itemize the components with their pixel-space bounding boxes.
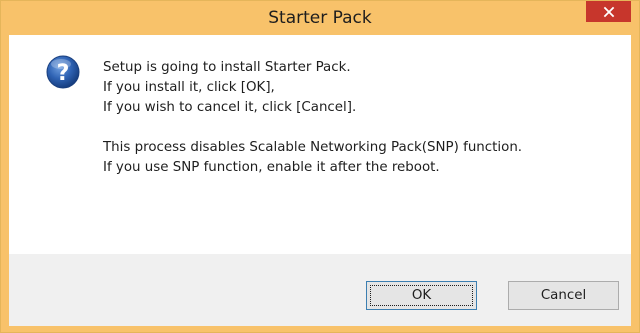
message-line-3: If you wish to cancel it, click [Cancel]… (103, 100, 357, 115)
dialog-footer: OK Cancel (9, 254, 631, 326)
cancel-button-label: Cancel (540, 288, 587, 303)
focus-rectangle (370, 285, 473, 306)
close-button[interactable] (586, 1, 631, 22)
note-line-1: This process disables Scalable Networkin… (103, 140, 523, 155)
message-spacer (103, 118, 522, 138)
svg-text:?: ? (57, 61, 70, 86)
dialog-message: Setup is going to install Starter Pack. … (103, 58, 522, 178)
dialog-window: Starter Pack ? Setup is going to install… (0, 0, 640, 333)
message-line-2: If you install it, click [OK], (103, 80, 275, 95)
question-icon: ? (46, 55, 80, 89)
window-bottom-border (1, 326, 639, 332)
title-bar[interactable]: Starter Pack (1, 1, 639, 35)
message-line-1: Setup is going to install Starter Pack. (103, 60, 351, 75)
cancel-button[interactable]: Cancel (508, 281, 619, 310)
close-icon (603, 6, 614, 17)
note-line-2: If you use SNP function, enable it after… (103, 160, 440, 175)
dialog-title: Starter Pack (268, 8, 372, 28)
ok-button[interactable]: OK (366, 281, 477, 310)
